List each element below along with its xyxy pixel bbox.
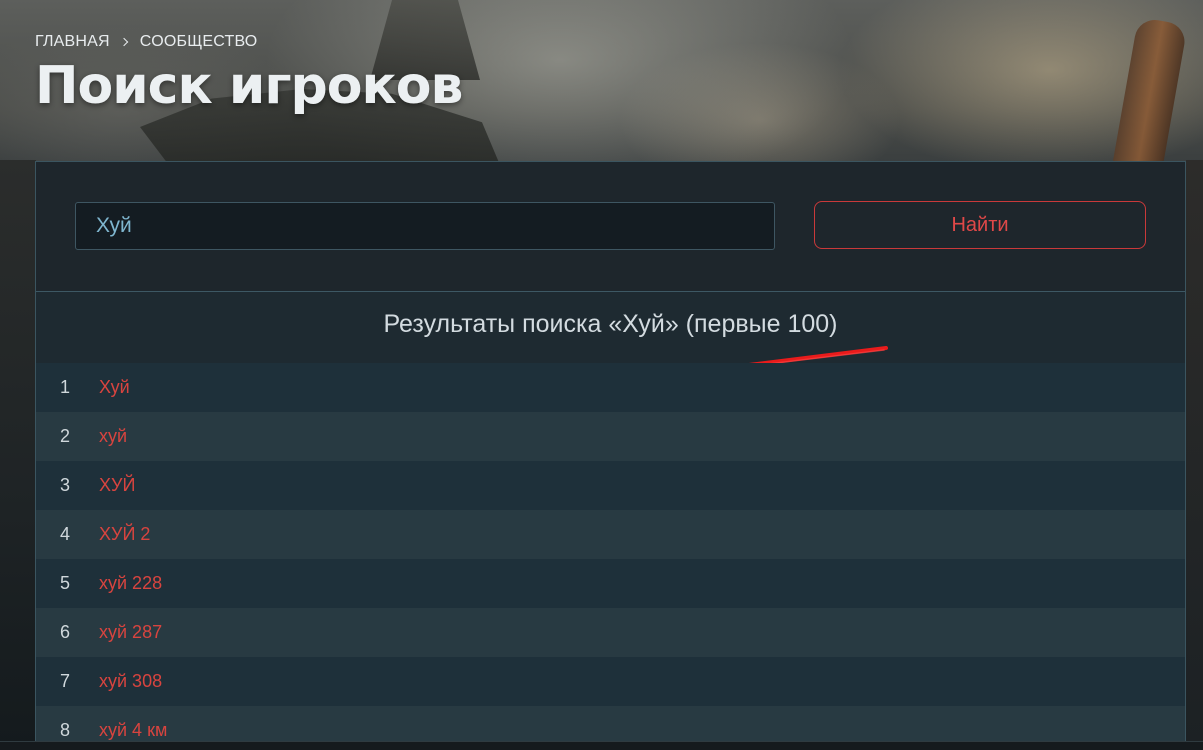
background-left-edge — [0, 160, 36, 749]
result-row: 1 Хуй — [36, 363, 1185, 412]
result-player-link[interactable]: ХУЙ 2 — [99, 524, 150, 545]
result-index: 6 — [60, 622, 71, 642]
result-player-link[interactable]: хуй 4 км — [99, 720, 167, 741]
background-right-edge — [1186, 160, 1203, 749]
result-player-link[interactable]: хуй 308 — [99, 671, 162, 692]
background-barrel — [1112, 16, 1188, 174]
result-index: 1 — [60, 377, 71, 397]
result-index: 7 — [60, 671, 71, 691]
result-index: 8 — [60, 720, 71, 740]
breadcrumb-home-link[interactable]: ГЛАВНАЯ — [35, 33, 110, 51]
result-player-link[interactable]: ХУЙ — [99, 475, 135, 496]
search-panel: Найти Результаты поиска «Хуй» (первые 10… — [35, 161, 1186, 749]
result-row: 4 ХУЙ 2 — [36, 510, 1185, 559]
results-heading: Результаты поиска «Хуй» (первые 100) — [383, 310, 838, 338]
page-title: Поиск игроков — [35, 56, 463, 116]
search-form: Найти — [36, 162, 1185, 292]
find-button[interactable]: Найти — [814, 201, 1146, 249]
result-player-link[interactable]: Хуй — [99, 377, 130, 398]
result-index: 4 — [60, 524, 71, 544]
player-search-input[interactable] — [75, 202, 775, 250]
result-row: 5 хуй 228 — [36, 559, 1185, 608]
result-player-link[interactable]: хуй — [99, 426, 127, 447]
result-player-link[interactable]: хуй 228 — [99, 573, 162, 594]
result-index: 2 — [60, 426, 71, 446]
breadcrumb: ГЛАВНАЯ СООБЩЕСТВО — [35, 33, 257, 51]
result-row: 3 ХУЙ — [36, 461, 1185, 510]
result-index: 5 — [60, 573, 71, 593]
result-row: 2 хуй — [36, 412, 1185, 461]
result-row: 7 хуй 308 — [36, 657, 1185, 706]
chevron-right-icon — [119, 34, 131, 50]
result-index: 3 — [60, 475, 71, 495]
result-row: 6 хуй 287 — [36, 608, 1185, 657]
result-player-link[interactable]: хуй 287 — [99, 622, 162, 643]
breadcrumb-community-link[interactable]: СООБЩЕСТВО — [140, 33, 258, 51]
results-list: 1 Хуй 2 хуй 3 ХУЙ 4 ХУЙ 2 5 хуй 228 6 ху… — [36, 363, 1185, 749]
